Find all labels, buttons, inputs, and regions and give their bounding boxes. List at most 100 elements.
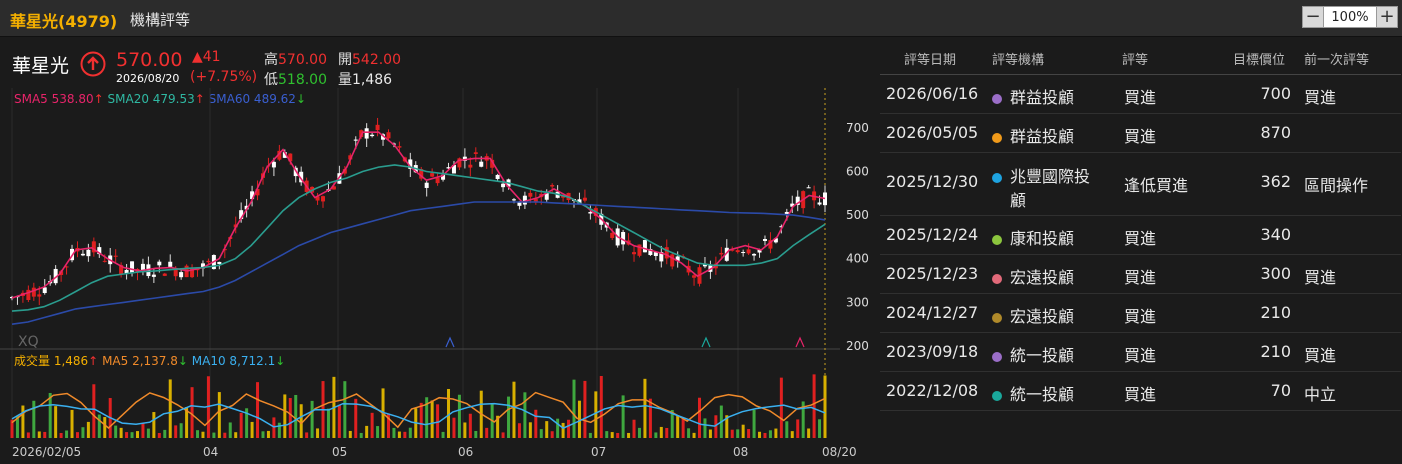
volume-bar <box>348 430 352 438</box>
rating-prev: 中立 <box>1304 385 1337 404</box>
col-date[interactable]: 評等日期 <box>904 49 956 68</box>
volume-bar <box>768 430 772 438</box>
volume-bar <box>681 418 685 438</box>
candle-body <box>37 294 42 297</box>
candle-body <box>430 173 435 177</box>
volume-bar <box>316 428 320 438</box>
volume-bar <box>397 431 401 438</box>
volume-bar <box>234 432 238 438</box>
rating-value: 逢低買進 <box>1124 176 1189 195</box>
volume-bar <box>135 431 139 438</box>
volume-bar <box>299 404 303 438</box>
volume-bar <box>152 412 156 438</box>
col-broker[interactable]: 評等機構 <box>992 49 1044 68</box>
rating-row[interactable]: 2022/12/08 統一投顧 買進 70 中立 <box>880 372 1401 411</box>
col-rating[interactable]: 評等 <box>1122 49 1148 68</box>
candle-body <box>582 197 587 201</box>
candle-body <box>741 252 746 254</box>
volume-bar <box>190 387 194 438</box>
rating-row[interactable]: 2026/06/16 群益投顧 買進 700 買進 <box>880 75 1401 114</box>
signal-marker <box>701 336 711 348</box>
volume-bar <box>174 425 178 438</box>
volume-bar <box>408 427 412 438</box>
rating-value: 買進 <box>1124 385 1157 404</box>
volume-bar <box>452 417 456 438</box>
volume-bar <box>567 419 571 438</box>
broker-dot-icon <box>992 234 1002 245</box>
volume-bar <box>392 427 396 438</box>
candle-body <box>642 240 647 253</box>
x-tick-label: 07 <box>591 445 606 459</box>
y-tick-label: 600 <box>846 164 869 178</box>
candle-body <box>746 249 751 254</box>
rating-value: 買進 <box>1124 307 1157 326</box>
rating-date: 2024/12/27 <box>886 303 979 322</box>
col-prev-rating[interactable]: 前一次評等 <box>1304 49 1369 68</box>
volume-bar <box>556 418 560 438</box>
vol-ma5-label: MA5 2,137.8 <box>102 354 178 368</box>
volume-bar <box>86 421 90 438</box>
volume-bar <box>534 409 538 438</box>
stock-title[interactable]: 華星光(4979) <box>10 8 117 32</box>
volume-bar <box>441 431 445 438</box>
candle-body <box>632 252 637 255</box>
volume-bar <box>48 392 52 438</box>
candle-body <box>479 161 484 167</box>
rating-prev: 買進 <box>1304 346 1337 365</box>
candle-body <box>664 247 669 259</box>
rating-prev: 買進 <box>1304 268 1337 287</box>
candle-body <box>468 164 473 168</box>
rating-date: 2025/12/24 <box>886 225 979 244</box>
volume-legend: 成交量 1,486↑ MA5 2,137.8↓ MA10 8,712.1↓ <box>14 354 286 368</box>
y-tick-label: 400 <box>846 252 869 266</box>
volume-bar <box>359 432 363 438</box>
volume-bar <box>196 430 200 438</box>
candle-body <box>501 183 506 188</box>
volume-bar <box>141 423 145 438</box>
rating-row[interactable]: 2025/12/24 康和投顧 買進 340 <box>880 216 1401 255</box>
y-tick-label: 200 <box>846 339 869 353</box>
title-bar: 華星光(4979) 機構評等 − 100% + <box>0 0 1402 37</box>
volume-bar <box>228 422 232 438</box>
candle-body <box>550 185 555 187</box>
rating-broker: 康和投顧 <box>992 225 1074 249</box>
volume-bar <box>119 427 123 438</box>
volume-bar <box>648 398 652 438</box>
volume-bar <box>305 432 309 438</box>
rating-row[interactable]: 2025/12/30 兆豐國際投顧 逢低買進 362 區間操作 <box>880 153 1401 216</box>
y-tick-label: 700 <box>846 121 869 135</box>
volume-bar <box>70 409 74 438</box>
volume-bar <box>605 431 609 438</box>
volume-bar <box>512 381 516 438</box>
volume-bar <box>545 421 549 438</box>
volume-bar <box>343 381 347 438</box>
candle-body <box>130 261 135 274</box>
volume-bar <box>539 429 543 438</box>
volume-bar <box>468 413 472 438</box>
candle-body <box>735 250 740 253</box>
rating-date: 2022/12/08 <box>886 381 979 400</box>
zoom-in-button[interactable]: + <box>1376 6 1398 28</box>
broker-dot-icon <box>992 390 1002 401</box>
x-tick-label: 06 <box>458 445 473 459</box>
broker-dot-icon <box>992 93 1002 104</box>
rating-row[interactable]: 2024/12/27 宏遠投顧 買進 210 <box>880 294 1401 333</box>
table-header: 評等日期 評等機構 評等 目標價位 前一次評等 <box>880 38 1401 75</box>
volume-bar <box>370 412 374 438</box>
volume-bar <box>807 428 811 438</box>
candlestick-chart[interactable]: 700 600 500 400 300 200 2026/02/05 04 05 06 07 08 0… <box>0 38 870 464</box>
candle-body <box>435 177 440 184</box>
volume-bar <box>561 422 565 438</box>
volume-bar <box>272 417 276 438</box>
rating-row[interactable]: 2026/05/05 群益投顧 買進 870 <box>880 114 1401 153</box>
volume-bar <box>818 419 822 438</box>
rating-target: 210 <box>1260 342 1291 361</box>
volume-bar <box>168 379 172 438</box>
volume-bar <box>163 429 167 438</box>
rating-row[interactable]: 2025/12/23 宏遠投顧 買進 300 買進 <box>880 255 1401 294</box>
zoom-out-button[interactable]: − <box>1302 6 1324 28</box>
candle-body <box>397 146 402 148</box>
col-target[interactable]: 目標價位 <box>1233 49 1285 68</box>
rating-row[interactable]: 2023/09/18 統一投顧 買進 210 買進 <box>880 333 1401 372</box>
rating-value: 買進 <box>1124 127 1157 146</box>
